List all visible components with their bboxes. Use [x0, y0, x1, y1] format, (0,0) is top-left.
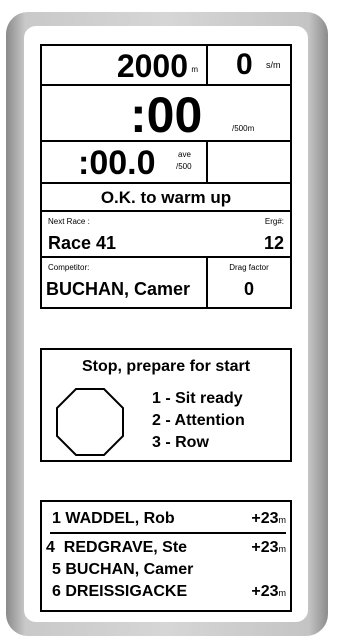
average-time: :00.0 [78, 144, 156, 182]
average-cell: :00.0 ave /500 [42, 140, 206, 182]
split-time: :00 [130, 87, 203, 143]
standings-name: REDGRAVE, Ste [63, 539, 188, 556]
next-race-value: Race 41 [48, 233, 117, 253]
standings-name: WADDEL, Rob [65, 510, 175, 527]
distance-unit: m [191, 65, 198, 74]
standings-row-2: 4 REDGRAVE, Ste [46, 539, 187, 557]
erg-label: Erg#: [264, 217, 284, 226]
start-title: Stop, prepare for start [81, 358, 251, 375]
average-side-cell [206, 140, 290, 182]
competitor-cell: Competitor: BUCHAN, Camer [42, 256, 206, 307]
drag-factor-label: Drag factor [229, 263, 269, 272]
status-text: O.K. to warm up [100, 188, 232, 207]
status-bar: O.K. to warm up [42, 182, 290, 210]
start-step-2: 2 - Attention [152, 412, 245, 429]
start-instructions-panel: Stop, prepare for start 1 - Sit ready 2 … [40, 348, 292, 462]
performance-monitor: 2000 m 0 s/m :00 /500m :00.0 ave /500 O.… [40, 44, 292, 309]
start-step-3: 3 - Row [152, 434, 209, 451]
drag-factor-value: 0 [243, 279, 254, 299]
device-frame: 2000 m 0 s/m :00 /500m :00.0 ave /500 O.… [6, 12, 328, 636]
standings-row-3: 5 BUCHAN, Camer [52, 561, 193, 579]
standings-row-1: 1 WADDEL, Rob [52, 510, 175, 528]
standings-name: DREISSIGACKE [65, 583, 188, 600]
standings-name: BUCHAN, Camer [65, 561, 194, 578]
standings-rank: 4 [46, 539, 55, 556]
standings-gap-1: +23m [251, 510, 286, 527]
competitor-value: BUCHAN, Camer [46, 279, 191, 299]
stroke-rate-cell: 0 s/m [206, 46, 290, 84]
device-screen: 2000 m 0 s/m :00 /500m :00.0 ave /500 O.… [24, 26, 308, 622]
standings-rank: 1 [52, 510, 61, 527]
standings-row-4: 6 DREISSIGACKE [52, 583, 187, 601]
standings-gap-2: +23m [251, 539, 286, 556]
stop-octagon-icon [56, 388, 124, 456]
race-row: Next Race : Erg#: Race 41 12 [42, 210, 290, 256]
standings-rank: 6 [52, 583, 61, 600]
distance-value: 2000 [116, 48, 188, 84]
next-race-label: Next Race : [48, 217, 90, 226]
standings-rank: 5 [52, 561, 61, 578]
split-cell: :00 /500m [42, 84, 290, 143]
standings-divider [50, 532, 286, 534]
average-label: ave [178, 150, 191, 159]
drag-factor-cell: Drag factor 0 [206, 256, 290, 307]
start-step-1: 1 - Sit ready [152, 390, 243, 407]
competitor-label: Competitor: [48, 263, 90, 272]
race-standings-panel: 1 WADDEL, Rob +23m 4 REDGRAVE, Ste +23m … [40, 500, 292, 612]
erg-value: 12 [263, 233, 284, 253]
distance-cell: 2000 m [42, 46, 206, 84]
standings-gap-4: +23m [251, 583, 286, 600]
stroke-rate-unit: s/m [266, 60, 281, 70]
split-unit: /500m [232, 124, 255, 133]
average-unit: /500 [176, 162, 192, 171]
stroke-rate-value: 0 [236, 48, 253, 81]
